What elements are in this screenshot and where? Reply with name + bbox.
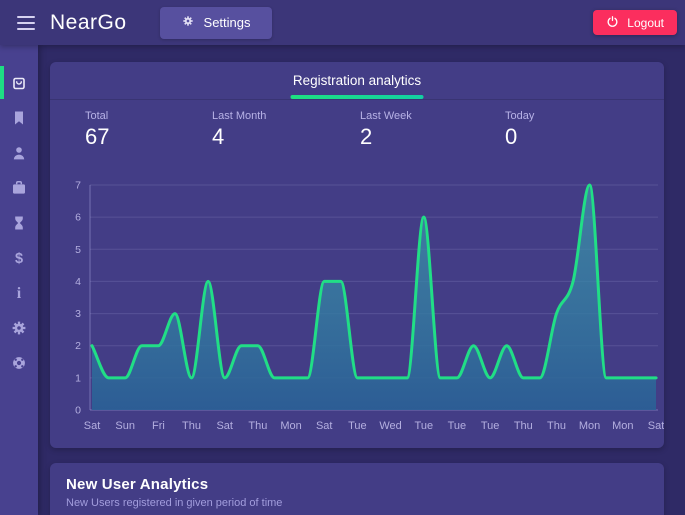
chart-y-tick-label: 0 [75,405,81,417]
chart-x-tick-label: Mon [612,420,633,432]
new-user-analytics-card: New User Analytics New Users registered … [50,463,664,515]
hourglass-icon [10,214,28,232]
sidebar-item-info[interactable]: i [0,275,38,310]
chart-x-tick-label: Thu [514,420,533,432]
registration-analytics-card: Registration analytics Total 67 Last Mon… [50,62,664,448]
main-content: Registration analytics Total 67 Last Mon… [50,62,664,515]
chart-y-tick-label: 6 [75,212,81,224]
sidebar-item-settings[interactable] [0,310,38,345]
chart-section: 0 1 2 3 4 5 6 7 Sat Sun Fri Thu Sat Thu Mon Sat Tue Wed Tu… [50,160,664,448]
shopping-bag-icon [10,74,28,92]
sidebar-item-users[interactable] [0,135,38,170]
sidebar-item-shop[interactable] [0,65,38,100]
chart-area-fill [92,185,656,410]
bookmark-icon [10,109,28,127]
chart-x-tick-label: Sat [216,420,233,432]
chart-x-tick-label: Tue [481,420,500,432]
sidebar-item-history[interactable] [0,205,38,240]
chart-x-tick-label: Thu [547,420,566,432]
chart-x-tick-label: Fri [152,420,165,432]
settings-button[interactable]: Settings [159,6,272,39]
chart-x-tick-label: Mon [280,420,301,432]
chart-x-tick-label: Thu [182,420,201,432]
dollar-icon: $ [10,249,28,267]
chart-x-tick-label: Sat [84,420,101,432]
chart-x-tick-label: Sun [115,420,135,432]
settings-button-label: Settings [203,15,251,30]
stat-label: Today [505,110,535,122]
info-icon: i [10,284,28,302]
briefcase-icon [10,179,28,197]
card-title: New User Analytics [66,476,209,493]
power-icon [606,15,619,31]
chart-x-tick-label: Sat [648,420,664,432]
svg-text:i: i [17,285,22,302]
chart-x-tick-label: Tue [348,420,367,432]
chart-y-tick-label: 7 [75,180,81,192]
logout-button-label: Logout [627,15,664,30]
user-icon [10,144,28,162]
logout-button[interactable]: Logout [593,10,677,35]
sidebar-item-bookmarks[interactable] [0,100,38,135]
gear-icon [10,319,28,337]
stat-label: Total [85,110,109,122]
chart-y-tick-label: 5 [75,244,81,256]
stats-row: Total 67 Last Month 4 Last Week 2 Today … [50,100,664,160]
gear-icon [181,14,195,31]
chart-y-tick-label: 2 [75,340,81,352]
tab-label: Registration analytics [292,73,422,88]
app-logo: NearGo [50,10,127,34]
sidebar-item-support[interactable] [0,345,38,380]
stat-value: 2 [360,124,373,149]
stat-value: 67 [85,124,110,149]
svg-text:$: $ [15,250,23,266]
sidebar-item-payments[interactable]: $ [0,240,38,275]
hamburger-menu-icon[interactable] [17,15,35,30]
stat-today: Today 0 [505,110,664,150]
life-buoy-icon [10,354,28,372]
sidebar-nav: $ i [0,45,38,515]
header: NearGo Settings Logout [0,0,685,45]
chart-x-tick-label: Tue [415,420,434,432]
chart-y-tick-label: 3 [75,308,81,320]
tab-registration-analytics[interactable]: Registration analytics [290,62,424,99]
tabs-row: Registration analytics [50,62,664,100]
stat-label: Last Month [212,110,267,122]
chart-x-tick-label: Thu [248,420,267,432]
chart-x-tick-label: Wed [379,420,401,432]
stat-label: Last Week [360,110,412,122]
registration-chart: 0 1 2 3 4 5 6 7 Sat Sun Fri Thu Sat Thu Mon Sat Tue Wed Tu… [75,180,664,433]
stat-last-month: Last Month 4 [212,110,360,150]
chart-x-tick-label: Mon [579,420,600,432]
stat-value: 4 [212,124,225,149]
chart-y-tick-label: 4 [75,276,81,288]
chart-x-tick-label: Tue [448,420,467,432]
card-subtitle: New Users registered in given period of … [66,497,283,509]
tab-active-underline [290,95,424,99]
chart-x-tick-label: Sat [316,420,333,432]
sidebar-item-business[interactable] [0,170,38,205]
stat-value: 0 [505,124,518,149]
stat-last-week: Last Week 2 [360,110,505,150]
chart-y-tick-label: 1 [75,372,81,384]
stat-total: Total 67 [85,110,212,150]
